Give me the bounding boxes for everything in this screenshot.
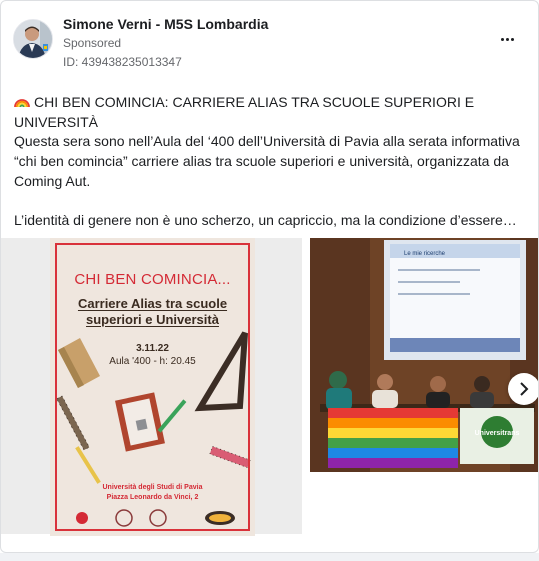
post-title: CHI BEN COMINCIA: CARRIERE ALIAS TRA SCU… [14,92,524,132]
post-teaser-text[interactable]: L’identità di genere non è uno scherzo, … [14,210,524,230]
post-body-text: Questa sera sono nell’Aula del ‘400 dell… [14,133,520,189]
page-name-link[interactable]: Simone Verni - M5S Lombardia [63,16,268,32]
media-carousel[interactable]: CHI BEN COMINCIA... Carriere Alias tra s… [1,238,538,536]
poster-venue: Aula '400 - h: 20.45 [109,356,196,367]
ad-id-label: ID: 439438235013347 [63,55,182,69]
chevron-right-icon [520,382,529,396]
carousel-next-button[interactable] [508,373,538,405]
sponsored-post-card: Simone Verni - M5S Lombardia Sponsored I… [0,0,539,553]
more-options-button[interactable] [496,31,518,47]
sponsored-label: Sponsored [63,36,122,50]
poster-title: CHI BEN COMINCIA... [74,271,231,288]
post-title-text: CHI BEN COMINCIA: CARRIERE ALIAS TRA SCU… [14,94,475,130]
banner-text: Universitrans [475,430,520,437]
avatar-photo [14,20,52,58]
rainbow-icon [14,99,30,108]
feed-divider [0,553,539,561]
avatar[interactable] [13,19,53,59]
poster-address: Piazza Leonardo da Vinci, 2 [106,494,199,501]
poster-subtitle: Carriere Alias tra scuole superiori e Un… [50,296,255,328]
event-poster[interactable]: CHI BEN COMINCIA... Carriere Alias tra s… [50,238,255,536]
poster-date: 3.11.22 [136,343,169,354]
poster-subtitle-line-2: superiori e Università [86,312,219,327]
poster-university-name: Università degli Studi di Pavia [102,484,203,491]
more-horizontal-icon [500,37,514,41]
poster-subtitle-line-1: Carriere Alias tra scuole [77,296,228,311]
event-photo: Le mie ricerche Universitrans [310,238,538,472]
poster-university: Università degli Studi di Pavia Piazza L… [50,483,255,503]
slide-title: Le mie ricerche [404,251,446,257]
post-header: Simone Verni - M5S Lombardia Sponsored I… [13,13,526,73]
carousel-item-2[interactable]: Le mie ricerche Universitrans [310,238,538,472]
